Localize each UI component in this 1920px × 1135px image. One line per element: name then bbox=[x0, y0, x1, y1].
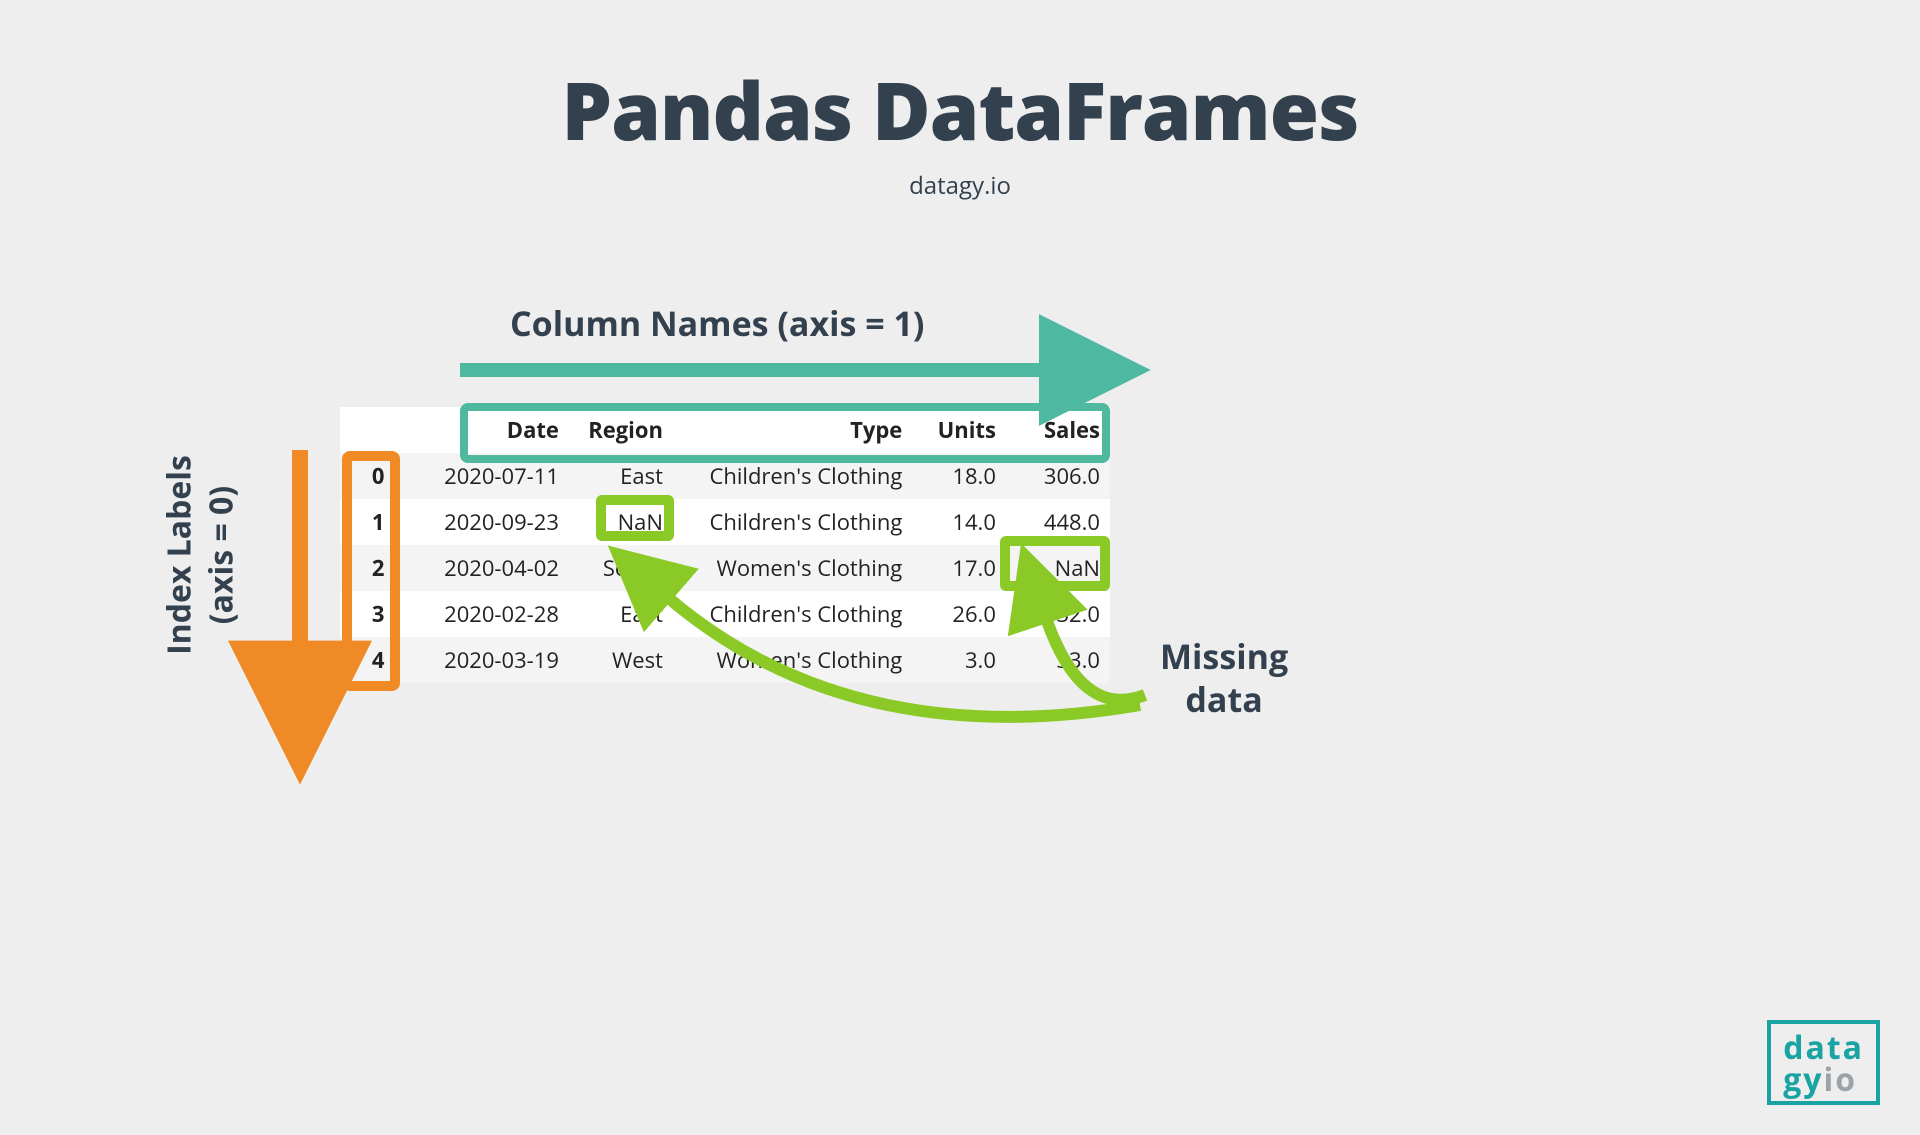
cell-type: Children's Clothing bbox=[673, 591, 912, 637]
table-row: 22020-04-02SouthWomen's Clothing17.0NaN bbox=[340, 545, 1110, 591]
cell-units: 26.0 bbox=[912, 591, 1006, 637]
cell-date: 2020-03-19 bbox=[402, 637, 568, 683]
cell-region: East bbox=[569, 591, 673, 637]
cell-date: 2020-04-02 bbox=[402, 545, 568, 591]
cell-sales: 832.0 bbox=[1006, 591, 1110, 637]
cell-region: South bbox=[569, 545, 673, 591]
nan-highlight-region bbox=[596, 495, 674, 541]
cell-type: Women's Clothing bbox=[673, 545, 912, 591]
cell-sales: 33.0 bbox=[1006, 637, 1110, 683]
table-row: 12020-09-23NaNChildren's Clothing14.0448… bbox=[340, 499, 1110, 545]
cell-type: Children's Clothing bbox=[673, 499, 912, 545]
page-subtitle: datagy.io bbox=[0, 169, 1920, 202]
column-axis-label: Column Names (axis = 1) bbox=[510, 300, 924, 346]
missing-line1: Missing bbox=[1160, 633, 1288, 679]
page-title: Pandas DataFrames bbox=[0, 55, 1920, 164]
table-row: 42020-03-19WestWomen's Clothing3.033.0 bbox=[340, 637, 1110, 683]
cell-date: 2020-02-28 bbox=[402, 591, 568, 637]
missing-data-label: Missing data bbox=[1160, 635, 1288, 720]
cell-region: West bbox=[569, 637, 673, 683]
columns-highlight-box bbox=[460, 403, 1110, 463]
cell-units: 17.0 bbox=[912, 545, 1006, 591]
datagy-logo: data gyio bbox=[1767, 1020, 1880, 1105]
index-highlight-box bbox=[342, 451, 400, 691]
table-row: 32020-02-28EastChildren's Clothing26.083… bbox=[340, 591, 1110, 637]
index-label-main: Index Labels bbox=[157, 455, 200, 655]
missing-line2: data bbox=[1185, 676, 1262, 722]
cell-type: Women's Clothing bbox=[673, 637, 912, 683]
index-axis-label: Index Labels (axis = 0) bbox=[158, 455, 241, 655]
header-index bbox=[340, 407, 402, 453]
cell-units: 14.0 bbox=[912, 499, 1006, 545]
cell-date: 2020-09-23 bbox=[402, 499, 568, 545]
index-label-axis: (axis = 0) bbox=[200, 455, 242, 655]
nan-highlight-sales bbox=[1000, 536, 1110, 591]
cell-units: 3.0 bbox=[912, 637, 1006, 683]
